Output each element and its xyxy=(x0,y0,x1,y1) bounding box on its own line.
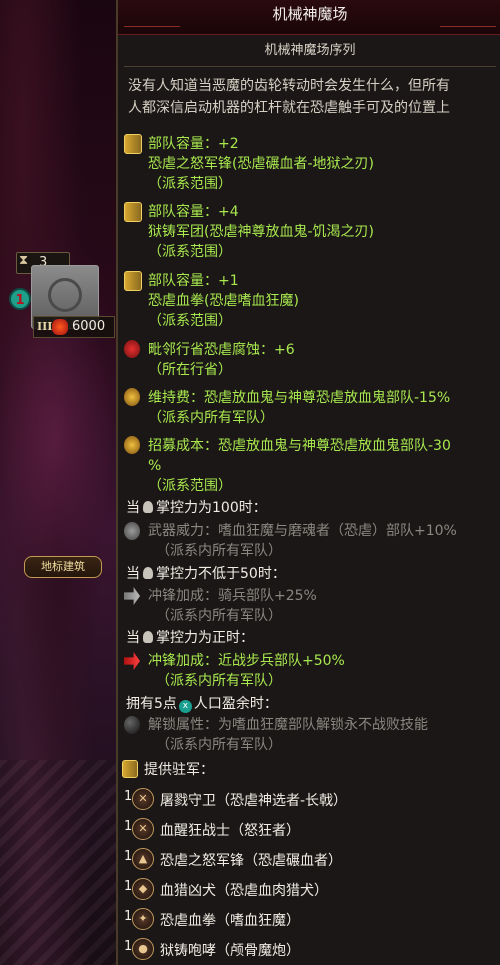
corruption-icon xyxy=(124,340,140,358)
skull-cost-icon xyxy=(52,319,68,335)
unit-count: 1 xyxy=(124,819,133,834)
slot-number-badge: 1 xyxy=(9,288,31,310)
unit-name: 狱铸咆哮（颅骨魔炮） xyxy=(160,943,300,959)
building-title: 机械神魔场 xyxy=(272,5,348,23)
condition-pre: 拥有5点 xyxy=(126,696,177,712)
effect-scope: （派系范围） xyxy=(148,313,232,329)
hourglass-icon: ⧗ xyxy=(19,253,29,268)
map-rubble xyxy=(0,760,116,965)
effect-text: 武器威力：嗜血狂魔与磨魂者（恐虐）部队+10% xyxy=(148,523,457,539)
building-cost: 6000 xyxy=(72,319,106,334)
unit-capacity-icon xyxy=(124,202,142,222)
condition-pre: 当 xyxy=(126,500,140,516)
building-chain-name: 机械神魔场序列 xyxy=(264,43,356,58)
condition-post: 掌控力为正时： xyxy=(156,630,254,646)
effect-text: 解锁属性：为嗜血狂魔部队解锁永不战败技能 xyxy=(148,717,428,733)
halberd-unit-icon: ✕ xyxy=(132,788,154,810)
cannon-unit-icon: ● xyxy=(132,938,154,960)
condition-header: 拥有5点 x 人口盈余时： xyxy=(126,694,278,714)
condition-post: 掌控力不低于50时： xyxy=(156,566,286,582)
effect-text: 部队容量：+4 xyxy=(148,204,239,220)
charge-bonus-icon xyxy=(124,652,140,670)
map-background xyxy=(0,0,130,965)
cavalry-unit-icon: ▲ xyxy=(132,848,154,870)
effect-text: 恐虐之怒军锋(恐虐碾血者-地狱之刃) xyxy=(148,156,374,172)
effect-text: 冲锋加成：骑兵部队+25% xyxy=(148,588,317,604)
lore-line-1: 没有人知道当恶魔的齿轮转动时会发生什么，但所有 xyxy=(128,78,450,94)
condition-post: 人口盈余时： xyxy=(193,696,278,712)
tier-rank: III xyxy=(37,320,53,333)
garrison-icon xyxy=(122,760,138,778)
effect-text: 部队容量：+1 xyxy=(148,273,239,289)
effect-text: 维持费：恐虐放血鬼与神尊恐虐放血鬼部队-15% xyxy=(148,390,451,406)
charge-bonus-icon xyxy=(124,587,140,605)
unit-count: 1 xyxy=(124,849,133,864)
unit-name: 血猎凶犬（恐虐血肉猎犬） xyxy=(160,883,328,899)
header-ornament-left xyxy=(124,26,180,33)
hound-unit-icon: ◆ xyxy=(132,878,154,900)
condition-header: 当掌控力不低于50时： xyxy=(126,564,286,584)
unit-name: 恐虐之怒军锋（恐虐碾血者） xyxy=(160,853,342,869)
panel-header: 机械神魔场 xyxy=(118,0,500,35)
landmark-button[interactable]: 地标建筑 xyxy=(24,556,102,578)
effect-scope: （派系内所有军队） xyxy=(156,608,282,624)
header-ornament-right xyxy=(440,26,496,33)
skull-icon xyxy=(143,501,153,513)
condition-post: 掌控力为100时： xyxy=(156,500,267,516)
unlock-attribute-icon xyxy=(124,716,140,734)
unit-count: 1 xyxy=(124,879,133,894)
lore-line-2: 人都深信启动机器的杠杆就在恐虐触手可及的位置上 xyxy=(128,100,450,116)
unit-name: 恐虐血拳（嗜血狂魔） xyxy=(160,913,300,929)
effect-scope: （派系内所有军队） xyxy=(156,737,282,753)
effect-scope: （派系内所有军队） xyxy=(148,410,274,426)
effect-scope: （派系范围） xyxy=(148,478,232,494)
condition-header: 当掌控力为正时： xyxy=(126,628,254,648)
population-surplus-icon: x xyxy=(178,700,192,713)
effect-scope: （派系范围） xyxy=(148,176,232,192)
chaos-emblem-icon xyxy=(48,278,82,312)
building-cost-bar: III 6000 xyxy=(33,316,115,338)
axes-unit-icon: ✕ xyxy=(132,818,154,840)
effect-scope: （所在行省） xyxy=(148,362,232,378)
effect-text: 毗邻行省恐虐腐蚀：+6 xyxy=(148,342,295,358)
effect-scope: （派系内所有军队） xyxy=(156,543,282,559)
effect-text: 恐虐血拳(恐虐嗜血狂魔) xyxy=(148,293,299,309)
garrison-title: 提供驻军： xyxy=(144,762,214,778)
building-tooltip-panel: 机械神魔场 机械神魔场序列 没有人知道当恶魔的齿轮转动时会发生什么，但所有 人都… xyxy=(116,0,500,965)
unit-capacity-icon xyxy=(124,271,142,291)
unit-count: 1 xyxy=(124,789,133,804)
effect-scope: （派系范围） xyxy=(148,244,232,260)
skull-icon xyxy=(143,567,153,579)
effect-text: 冲锋加成：近战步兵部队+50% xyxy=(148,653,345,669)
effect-text: 招募成本：恐虐放血鬼与神尊恐虐放血鬼部队-30 xyxy=(148,438,451,454)
unit-count: 1 xyxy=(124,909,133,924)
skull-icon xyxy=(143,631,153,643)
recruitment-cost-icon xyxy=(124,436,140,454)
effect-text: 部队容量：+2 xyxy=(148,136,239,152)
weapon-strength-icon xyxy=(124,522,140,540)
divider xyxy=(124,66,496,67)
unit-name: 血醒狂战士（怒狂者） xyxy=(160,823,300,839)
condition-header: 当掌控力为100时： xyxy=(126,498,267,518)
upkeep-icon xyxy=(124,388,140,406)
effect-scope: （派系内所有军队） xyxy=(156,673,282,689)
unit-count: 1 xyxy=(124,939,133,954)
effect-text: % xyxy=(148,458,162,474)
unit-capacity-icon xyxy=(124,134,142,154)
condition-pre: 当 xyxy=(126,566,140,582)
condition-pre: 当 xyxy=(126,630,140,646)
effect-text: 狱铸军团(恐虐神尊放血鬼-饥渴之刃) xyxy=(148,224,374,240)
lore-text: 没有人知道当恶魔的齿轮转动时会发生什么，但所有 人都深信启动机器的杠杆就在恐虐触… xyxy=(128,75,498,119)
unit-name: 屠戮守卫（恐虐神选者-长戟） xyxy=(160,793,348,809)
monster-unit-icon: ✦ xyxy=(132,908,154,930)
